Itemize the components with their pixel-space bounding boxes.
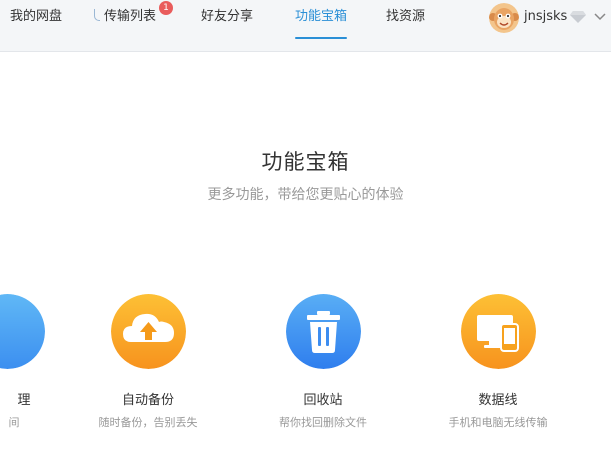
nav-tab-label: 功能宝箱	[295, 9, 348, 24]
chevron-down-icon[interactable]	[594, 12, 606, 22]
active-tab-underline	[295, 37, 348, 39]
tool-auto-backup[interactable]: 自动备份 随时备份，告别丢失	[63, 294, 233, 444]
tool-desc: 帮你找回删除文件	[279, 416, 367, 429]
cloud-upload-icon	[111, 294, 186, 369]
tool-recycle-bin[interactable]: 回收站 帮你找回删除文件	[238, 294, 408, 444]
tool-name: 自动备份	[121, 393, 174, 408]
page-title: 功能宝箱	[261, 150, 350, 174]
blue-circle-icon	[0, 294, 45, 369]
transfer-icon	[94, 9, 100, 21]
top-navigation-bar: 我的网盘 传输列表 1 好友分享 功能宝箱 找资源 jnsjsks	[0, 0, 611, 52]
tool-name: 回收站	[303, 393, 343, 408]
tool-desc: 随时备份，告别丢失	[98, 416, 198, 429]
nav-tab-label: 传输列表	[104, 9, 157, 24]
nav-tab-label: 好友分享	[201, 9, 254, 24]
monkey-avatar-icon[interactable]	[489, 3, 519, 33]
trash-icon	[286, 294, 361, 369]
diamond-icon[interactable]	[569, 10, 587, 24]
devices-icon	[461, 294, 536, 369]
username[interactable]: jnsjsks	[524, 0, 567, 34]
nav-tab-label: 我的网盘	[10, 9, 63, 24]
tool-name: 数据线	[478, 393, 518, 408]
nav-tab-label: 找资源	[386, 9, 426, 24]
nav-tab-friend-share[interactable]: 好友分享	[201, 0, 253, 52]
page-subtitle: 更多功能，带给您更贴心的体验	[207, 187, 404, 203]
nav-tab-toolbox[interactable]: 功能宝箱	[295, 0, 348, 52]
nav-tab-find-resources[interactable]: 找资源	[386, 0, 425, 52]
nav-tab-my-disk[interactable]: 我的网盘	[10, 0, 62, 52]
tool-desc: 手机和电脑无线传输	[448, 416, 548, 429]
tool-data-cable[interactable]: 数据线 手机和电脑无线传输	[413, 294, 583, 444]
nav-tab-transfer-list[interactable]: 传输列表	[94, 0, 156, 52]
transfer-count-badge: 1	[159, 1, 173, 15]
